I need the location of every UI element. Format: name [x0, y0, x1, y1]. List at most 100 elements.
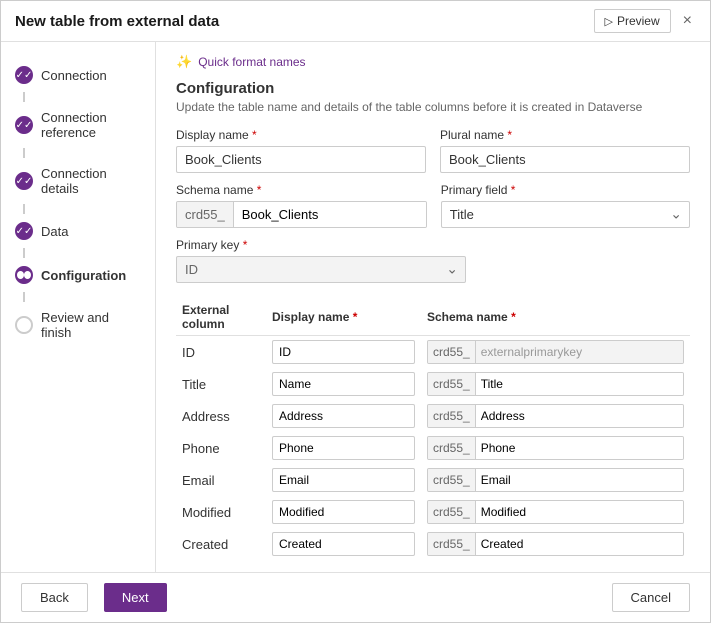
magic-wand-icon: ✨ — [176, 54, 192, 70]
primary-key-input[interactable] — [176, 256, 466, 283]
plural-name-input[interactable] — [440, 146, 690, 173]
schema-name-col-input[interactable] — [476, 405, 683, 427]
dialog-header: New table from external data ▷ Preview × — [1, 1, 710, 42]
primary-field-label: Primary field * — [441, 183, 690, 197]
schema-name-col-input[interactable] — [476, 341, 683, 363]
display-name-col-input[interactable] — [272, 372, 415, 396]
schema-name-cell: crd55_ — [421, 368, 690, 400]
row-schema-primary: Schema name * crd55_ Primary field * — [176, 183, 690, 228]
primary-key-label: Primary key * — [176, 238, 466, 252]
table-row: ID crd55_ — [176, 336, 690, 369]
schema-prefix: crd55_ — [428, 341, 476, 363]
col-header-external: External column — [176, 299, 266, 336]
back-button[interactable]: Back — [21, 583, 88, 612]
cancel-button[interactable]: Cancel — [612, 583, 690, 612]
display-name-col-input[interactable] — [272, 500, 415, 524]
col-header-display: Display name * — [266, 299, 421, 336]
external-col-cell: Email — [176, 464, 266, 496]
schema-name-cell: crd55_ — [421, 464, 690, 496]
schema-name-input-group: crd55_ — [176, 201, 427, 228]
schema-name-group: Schema name * crd55_ — [176, 183, 427, 228]
display-name-cell — [266, 368, 421, 400]
next-button[interactable]: Next — [104, 583, 167, 612]
display-name-group: Display name * — [176, 128, 426, 173]
table-row: Modified crd55_ — [176, 496, 690, 528]
step-indicator-configuration — [15, 266, 33, 284]
display-name-col-input[interactable] — [272, 404, 415, 428]
section-subtitle: Update the table name and details of the… — [176, 100, 690, 114]
columns-table: External column Display name * Schema na… — [176, 299, 690, 560]
display-name-cell — [266, 528, 421, 560]
schema-prefix: crd55_ — [428, 437, 476, 459]
schema-name-col-input[interactable] — [476, 533, 683, 555]
schema-name-col-input[interactable] — [476, 373, 683, 395]
dialog-title: New table from external data — [15, 13, 219, 30]
step-indicator-data: ✓ — [15, 222, 33, 240]
display-name-col-input[interactable] — [272, 532, 415, 556]
schema-name-cell: crd55_ — [421, 528, 690, 560]
primary-field-select[interactable]: Title — [441, 201, 690, 228]
display-name-col-input[interactable] — [272, 436, 415, 460]
preview-icon: ▷ — [605, 15, 613, 28]
sidebar-item-review-finish[interactable]: Review and finish — [1, 302, 155, 348]
sidebar-item-data[interactable]: ✓ Data — [1, 214, 155, 248]
quick-format-bar[interactable]: ✨ Quick format names — [176, 54, 690, 70]
schema-prefix: crd55_ — [428, 373, 476, 395]
main-content: ✨ Quick format names Configuration Updat… — [156, 42, 710, 572]
header-actions: ▷ Preview × — [594, 9, 697, 33]
sidebar-item-connection[interactable]: ✓ Connection — [1, 58, 155, 92]
display-name-required: * — [252, 128, 257, 142]
footer-left-actions: Back Next — [21, 583, 167, 612]
plural-name-required: * — [507, 128, 512, 142]
preview-button[interactable]: ▷ Preview — [594, 9, 671, 33]
external-col-cell: Address — [176, 400, 266, 432]
display-name-cell — [266, 400, 421, 432]
schema-name-cell: crd55_ — [421, 400, 690, 432]
schema-name-col-input[interactable] — [476, 437, 683, 459]
table-row: Createdcrd55_ — [176, 528, 690, 560]
primary-field-group: Primary field * Title — [441, 183, 690, 228]
schema-name-col-input[interactable] — [476, 501, 683, 523]
external-col-cell: Title — [176, 368, 266, 400]
step-indicator-review-finish — [15, 316, 33, 334]
schema-name-cell: crd55_ — [421, 496, 690, 528]
plural-name-group: Plural name * — [440, 128, 690, 173]
display-name-cell — [266, 336, 421, 369]
schema-prefix: crd55_ — [428, 533, 476, 555]
dialog-body: ✓ Connection ✓ Connection reference ✓ Co… — [1, 42, 710, 572]
display-name-col-input[interactable] — [272, 468, 415, 492]
table-row: Title crd55_ — [176, 368, 690, 400]
external-col-cell: Modified — [176, 496, 266, 528]
schema-name-prefix: crd55_ — [177, 202, 234, 227]
sidebar: ✓ Connection ✓ Connection reference ✓ Co… — [1, 42, 156, 572]
section-title: Configuration — [176, 80, 690, 97]
display-name-col-input[interactable] — [272, 340, 415, 364]
table-row: Phone crd55_ — [176, 432, 690, 464]
table-row: Address crd55_ — [176, 400, 690, 432]
display-name-cell — [266, 464, 421, 496]
row-names: Display name * Plural name * — [176, 128, 690, 173]
close-button[interactable]: × — [679, 12, 696, 30]
dialog-footer: Back Next Cancel — [1, 572, 710, 622]
schema-prefix: crd55_ — [428, 405, 476, 427]
sidebar-item-connection-reference[interactable]: ✓ Connection reference — [1, 102, 155, 148]
display-name-cell — [266, 496, 421, 528]
display-name-input[interactable] — [176, 146, 426, 173]
external-col-cell: Phone — [176, 432, 266, 464]
step-indicator-connection: ✓ — [15, 66, 33, 84]
schema-name-cell: crd55_ — [421, 336, 690, 369]
plural-name-label: Plural name * — [440, 128, 690, 142]
step-indicator-connection-reference: ✓ — [15, 116, 33, 134]
footer-right-actions: Cancel — [612, 583, 690, 612]
schema-name-label: Schema name * — [176, 183, 427, 197]
sidebar-item-connection-details[interactable]: ✓ Connection details — [1, 158, 155, 204]
sidebar-item-configuration[interactable]: Configuration — [1, 258, 155, 292]
schema-name-col-input[interactable] — [476, 469, 683, 491]
schema-name-cell: crd55_ — [421, 432, 690, 464]
col-header-schema: Schema name * — [421, 299, 690, 336]
schema-prefix: crd55_ — [428, 501, 476, 523]
primary-key-input-wrapper — [176, 256, 466, 283]
schema-name-input[interactable] — [234, 202, 426, 227]
external-col-cell: ID — [176, 336, 266, 369]
row-primary-key: Primary key * — [176, 238, 690, 283]
